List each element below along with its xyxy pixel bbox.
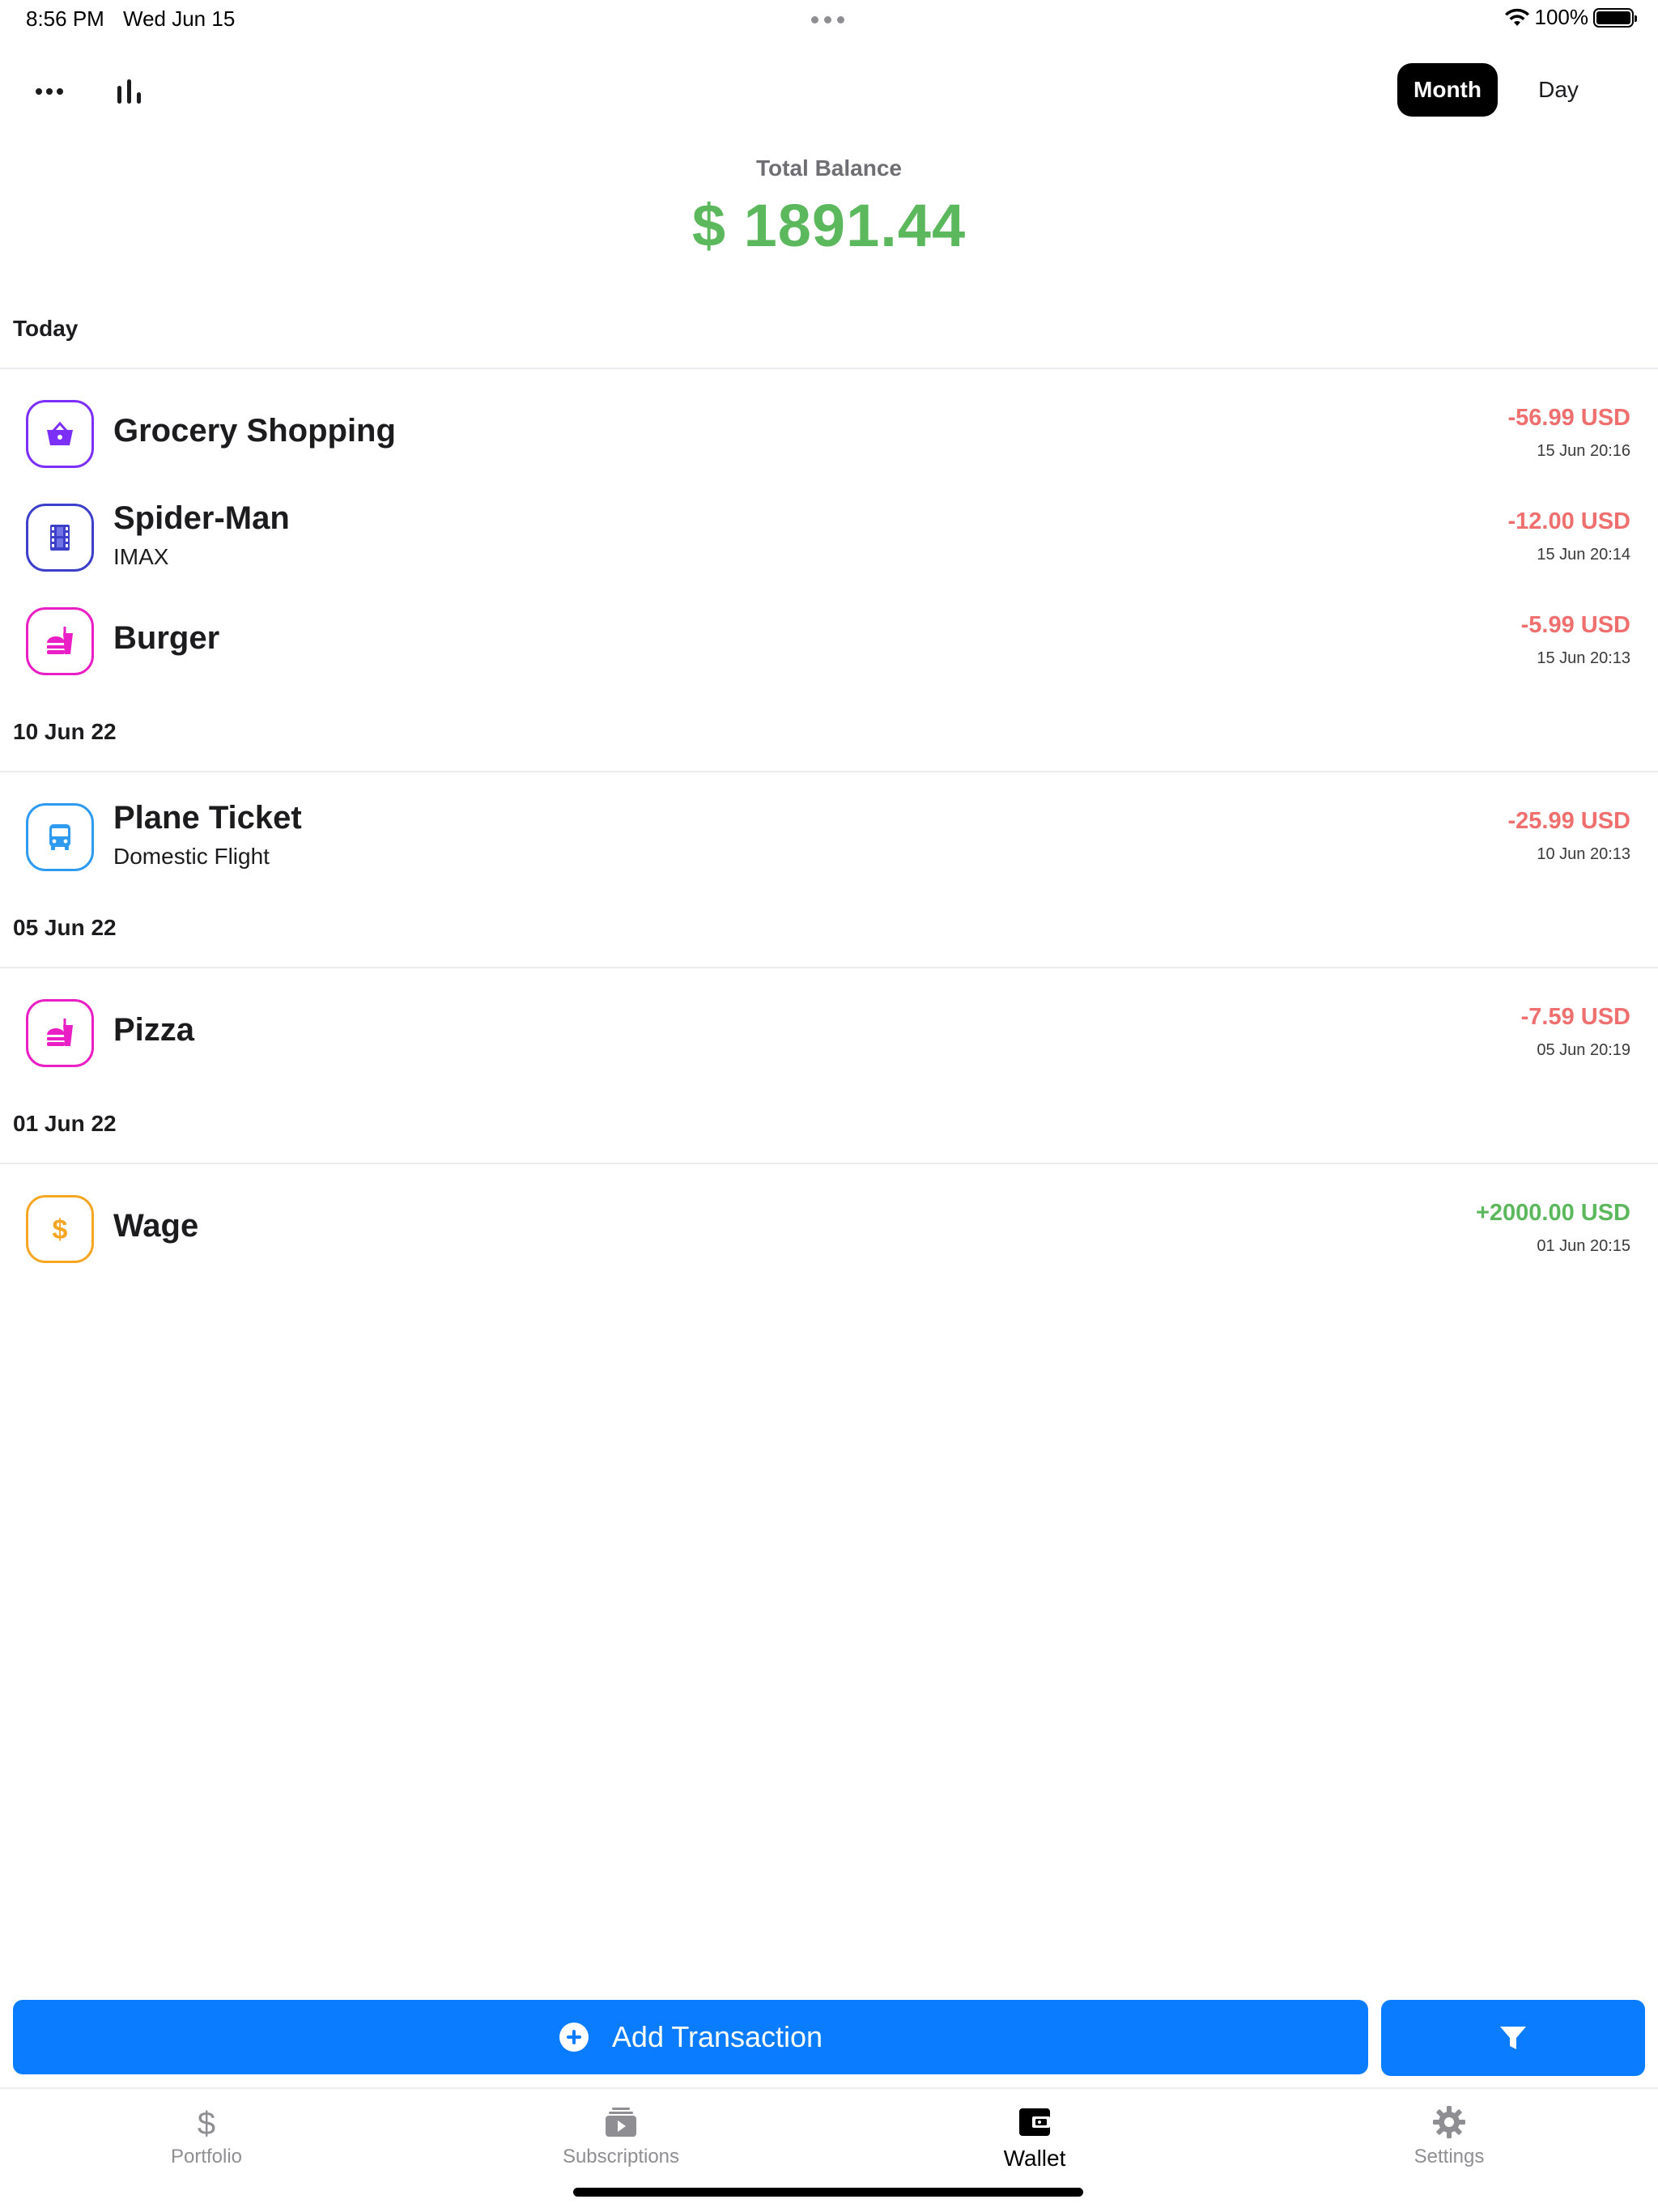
transaction-time: 15 Jun 20:14 xyxy=(1537,546,1630,564)
transaction-title: Wage xyxy=(113,1208,199,1244)
wifi-icon xyxy=(1504,8,1529,26)
transaction-row-spiderman[interactable]: Spider-Man IMAX -12.00 USD 15 Jun 20:14 xyxy=(0,492,1658,581)
transaction-row-grocery[interactable]: Grocery Shopping -56.99 USD 15 Jun 20:16 xyxy=(0,389,1658,478)
wallet-screen: 8:56 PM Wed Jun 15 100% Month Day Total … xyxy=(0,0,1658,2212)
status-date: Wed Jun 15 xyxy=(123,6,236,31)
status-time: 8:56 PM xyxy=(26,6,104,31)
transaction-title: Grocery Shopping xyxy=(113,413,396,449)
tab-label: Portfolio xyxy=(170,2146,243,2167)
segment-month[interactable]: Month xyxy=(1397,63,1498,117)
transaction-title: Spider-Man xyxy=(113,500,290,536)
section-header-01-jun: 01 Jun 22 xyxy=(13,1111,117,1136)
section-divider xyxy=(0,967,1658,968)
transaction-amount: -56.99 USD xyxy=(1507,405,1630,431)
subscriptions-icon xyxy=(606,2108,636,2137)
multitasking-dots-icon[interactable] xyxy=(811,16,844,23)
svg-text:$: $ xyxy=(198,2106,215,2141)
fastfood-icon xyxy=(26,607,94,675)
transaction-time: 15 Jun 20:13 xyxy=(1537,649,1630,667)
section-divider xyxy=(0,1163,1658,1164)
section-header-today: Today xyxy=(13,316,79,341)
bar-chart-icon[interactable] xyxy=(113,78,146,105)
transaction-title: Plane Ticket xyxy=(113,800,302,836)
transaction-row-plane-ticket[interactable]: Plane Ticket Domestic Flight -25.99 USD … xyxy=(0,792,1658,881)
dollar-icon: $ xyxy=(198,2106,215,2141)
section-divider xyxy=(0,771,1658,772)
transaction-amount: -7.59 USD xyxy=(1520,1004,1630,1030)
svg-text:$: $ xyxy=(53,1214,68,1245)
status-right: 100% xyxy=(1504,5,1637,30)
plus-circle-icon xyxy=(559,2023,589,2052)
transaction-row-burger[interactable]: Burger -5.99 USD 15 Jun 20:13 xyxy=(0,596,1658,685)
tab-portfolio[interactable]: $ Portfolio xyxy=(85,2104,328,2168)
more-options-button[interactable] xyxy=(36,79,68,104)
transaction-time: 10 Jun 20:13 xyxy=(1537,845,1630,863)
basket-icon xyxy=(26,400,94,468)
add-transaction-button[interactable]: Add Transaction xyxy=(13,2000,1368,2074)
tab-label: Wallet xyxy=(1003,2146,1066,2171)
transaction-time: 05 Jun 20:19 xyxy=(1537,1041,1630,1059)
total-balance-value: $ 1891.44 xyxy=(691,192,967,259)
bus-icon xyxy=(26,803,94,871)
transaction-amount: -5.99 USD xyxy=(1520,612,1630,638)
tab-settings[interactable]: Settings xyxy=(1328,2104,1571,2168)
transaction-row-pizza[interactable]: Pizza -7.59 USD 05 Jun 20:19 xyxy=(0,988,1658,1077)
tab-wallet[interactable]: Wallet xyxy=(913,2104,1156,2172)
transaction-title: Pizza xyxy=(113,1012,195,1048)
transaction-amount: -12.00 USD xyxy=(1507,508,1630,534)
section-divider xyxy=(0,368,1658,369)
section-header-10-jun: 10 Jun 22 xyxy=(13,719,117,744)
home-indicator[interactable] xyxy=(573,2188,1083,2197)
section-header-05-jun: 05 Jun 22 xyxy=(13,915,117,940)
tab-label: Subscriptions xyxy=(562,2146,680,2167)
segment-day[interactable]: Day xyxy=(1498,63,1619,117)
tab-subscriptions[interactable]: Subscriptions xyxy=(500,2104,742,2168)
total-balance-label: Total Balance xyxy=(756,155,902,181)
transaction-subtitle: IMAX xyxy=(113,544,169,569)
fastfood-icon xyxy=(26,999,94,1067)
wallet-icon xyxy=(1019,2108,1050,2136)
gear-icon xyxy=(1433,2106,1465,2138)
transaction-amount: -25.99 USD xyxy=(1507,808,1630,834)
film-icon xyxy=(26,504,94,572)
tab-label: Settings xyxy=(1414,2146,1485,2167)
transaction-time: 01 Jun 20:15 xyxy=(1537,1237,1630,1255)
transaction-row-wage[interactable]: $ Wage +2000.00 USD 01 Jun 20:15 xyxy=(0,1184,1658,1273)
add-transaction-label: Add Transaction xyxy=(611,2020,823,2053)
filter-button[interactable] xyxy=(1381,2000,1645,2076)
battery-percentage: 100% xyxy=(1534,5,1589,29)
transaction-subtitle: Domestic Flight xyxy=(113,844,270,869)
battery-icon xyxy=(1593,7,1637,28)
status-bar: 8:56 PM Wed Jun 15 100% xyxy=(0,0,1658,39)
filter-icon xyxy=(1500,2027,1526,2049)
transaction-time: 15 Jun 20:16 xyxy=(1537,442,1630,460)
dollar-icon: $ xyxy=(26,1195,94,1263)
transaction-title: Burger xyxy=(113,620,220,656)
transaction-amount: +2000.00 USD xyxy=(1475,1200,1630,1226)
period-segmented-control: Month Day xyxy=(1397,63,1619,117)
